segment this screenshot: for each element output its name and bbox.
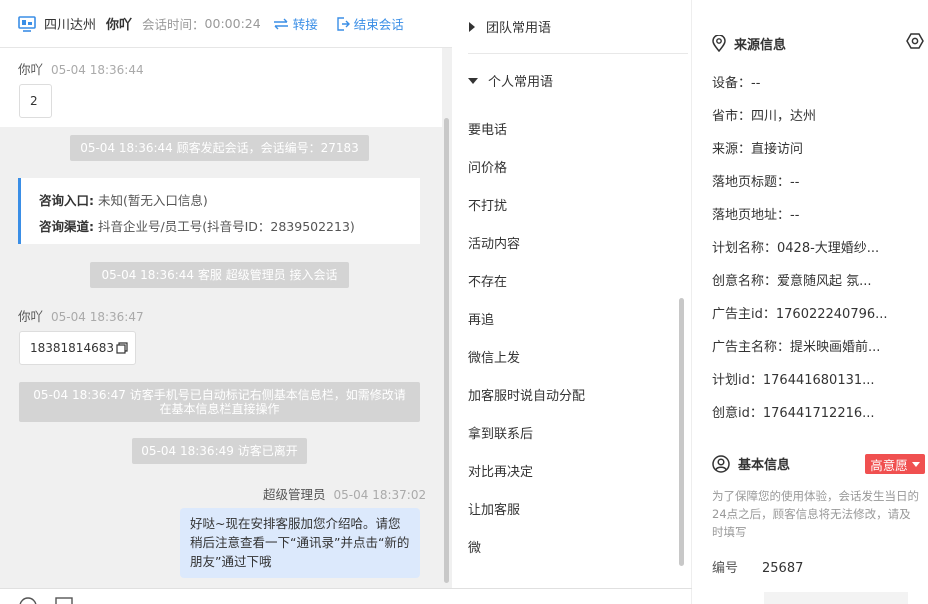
channel-label: 咨询渠道: xyxy=(39,219,94,234)
intent-label: 高意愿 xyxy=(870,457,908,473)
field-creative-name: 创意名称：爱意随风起 氛... xyxy=(712,274,872,289)
phrase-item[interactable]: 不打扰 xyxy=(468,195,507,214)
message-time: 05-04 18:36:47 xyxy=(51,310,144,324)
channel-row: 咨询渠道: 抖音企业号/员工号(抖音号ID：2839502213) xyxy=(39,214,420,240)
field-advertiser-id: 广告主id：176022240796... xyxy=(712,307,888,322)
phrases-pane: 团队常用语 个人常用语 要电话 问价格 不打扰 活动内容 不存在 再追 微信上发… xyxy=(452,0,692,604)
caret-down-icon xyxy=(911,461,920,467)
intent-dropdown[interactable]: 高意愿 xyxy=(865,454,925,474)
source-info-label: 来源信息 xyxy=(734,38,787,53)
visitor-id-value: 25687 xyxy=(762,561,804,576)
field-source: 来源：直接访问 xyxy=(712,142,804,157)
phrase-item[interactable]: 不存在 xyxy=(468,271,507,290)
edit-notice: 为了保障您的使用体验，会话发生当日的24点之后，顾客信息将无法修改，请及时填写 xyxy=(712,489,919,539)
channel-value: 抖音企业号/员工号(抖音号ID：2839502213) xyxy=(97,219,355,234)
basic-info-title: 基本信息 xyxy=(712,454,790,473)
basic-info-label: 基本信息 xyxy=(738,458,791,473)
phrase-item[interactable]: 对比再决定 xyxy=(468,461,533,480)
visitor-id-row: 编号 25687 xyxy=(712,557,803,576)
emoji-icon[interactable] xyxy=(19,597,37,604)
visitor-info-pane: 来源信息 设备：-- 省市：四川，达州 来源：直接访问 落地页标题：-- 落地页… xyxy=(692,0,928,604)
transfer-button[interactable]: 转接 xyxy=(273,14,318,33)
message-meta: 超级管理员 05-04 18:37:02 xyxy=(263,484,426,503)
transfer-icon xyxy=(273,18,288,29)
phrase-item[interactable]: 问价格 xyxy=(468,157,507,176)
field-advertiser-name: 广告主名称：提米映画婚前... xyxy=(712,340,881,355)
phrase-item[interactable]: 微 xyxy=(468,537,481,556)
phrase-item[interactable]: 微信上发 xyxy=(468,347,520,366)
message-time: 05-04 18:36:44 xyxy=(51,63,144,77)
message-bubble: 18381814683 xyxy=(19,331,136,365)
phrase-item[interactable]: 加客服时说自动分配 xyxy=(468,385,585,404)
message-meta: 你吖 05-04 18:36:47 xyxy=(18,306,144,325)
personal-phrases-label: 个人常用语 xyxy=(488,75,554,90)
field-landing-url: 落地页地址：-- xyxy=(712,208,800,223)
message-sender: 超级管理员 xyxy=(263,487,326,502)
message-text: 2 xyxy=(30,94,38,108)
phrase-item[interactable]: 再追 xyxy=(468,309,494,328)
chat-toolbar xyxy=(0,588,452,604)
divider xyxy=(468,53,688,54)
system-note: 05-04 18:36:44 客服 超级管理员 接入会话 xyxy=(90,262,349,288)
transfer-label: 转接 xyxy=(292,17,318,32)
field-device: 设备：-- xyxy=(712,76,761,91)
field-landing-title: 落地页标题：-- xyxy=(712,175,800,190)
image-icon[interactable] xyxy=(55,597,73,604)
phrases-footer xyxy=(452,588,692,604)
phrase-item[interactable]: 要电话 xyxy=(468,119,507,138)
message-text: 18381814683 xyxy=(30,341,114,355)
copy-icon[interactable] xyxy=(116,342,128,354)
phrase-item[interactable]: 拿到联系后 xyxy=(468,423,533,442)
system-note: 05-04 18:36:44 顾客发起会话，会话编号：27183 xyxy=(70,135,369,161)
system-note: 05-04 18:36:49 访客已离开 xyxy=(132,438,307,464)
message-sender: 你吖 xyxy=(18,62,44,77)
team-phrases-group[interactable]: 团队常用语 xyxy=(468,17,551,36)
system-note: 05-04 18:36:47 访客手机号已自动标记右侧基本信息栏，如需修改请在基… xyxy=(19,382,420,422)
visitor-location: 四川达州 xyxy=(44,18,97,33)
chat-scrollbar[interactable] xyxy=(444,118,449,583)
personal-phrases-group[interactable]: 个人常用语 xyxy=(468,71,553,90)
visitor-name: 你吖 xyxy=(106,18,133,33)
source-info-title: 来源信息 xyxy=(712,34,786,53)
message-sender: 你吖 xyxy=(18,309,44,324)
entry-value: 未知(暂无入口信息) xyxy=(97,193,208,208)
phrase-list[interactable]: 要电话 问价格 不打扰 活动内容 不存在 再追 微信上发 加客服时说自动分配 拿… xyxy=(452,90,684,580)
end-session-label: 结束会话 xyxy=(353,17,404,32)
triangle-down-icon xyxy=(468,77,478,84)
phrase-item[interactable]: 活动内容 xyxy=(468,233,520,252)
chat-pane: 四川达州 你吖 会话时间： 00:00:24 转接 结束会话 你吖 05-04 1… xyxy=(0,0,452,604)
end-session-button[interactable]: 结束会话 xyxy=(336,14,404,33)
location-pin-icon xyxy=(712,35,726,52)
session-time: 00:00:24 xyxy=(204,16,261,31)
message-time: 05-04 18:37:02 xyxy=(333,488,427,502)
monitor-icon xyxy=(18,15,36,33)
field-creative-id: 创意id：176441712216... xyxy=(712,406,875,421)
triangle-right-icon xyxy=(469,21,475,32)
entry-row: 咨询入口: 未知(暂无入口信息) xyxy=(39,188,420,214)
field-plan-id: 计划id：176441680131... xyxy=(712,373,875,388)
field-plan-name: 计划名称：0428-大理婚纱... xyxy=(712,241,880,256)
workspace: 四川达州 你吖 会话时间： 00:00:24 转接 结束会话 你吖 05-04 1… xyxy=(0,0,928,604)
message-bubble: 2 xyxy=(19,84,52,118)
session-time-label: 会话时间： xyxy=(142,17,205,32)
message-meta: 你吖 05-04 18:36:44 xyxy=(18,59,144,78)
field-province-city: 省市：四川，达州 xyxy=(712,109,817,124)
message-list[interactable]: 你吖 05-04 18:36:44 2 05-04 18:36:44 顾客发起会话… xyxy=(0,48,452,588)
exit-icon xyxy=(337,16,350,31)
user-circle-icon xyxy=(712,454,730,473)
visitor-id-label: 编号 xyxy=(712,561,739,576)
entry-info-card: 咨询入口: 未知(暂无入口信息) 咨询渠道: 抖音企业号/员工号(抖音号ID：2… xyxy=(18,178,420,244)
phrases-scrollbar[interactable] xyxy=(679,298,684,566)
team-phrases-label: 团队常用语 xyxy=(486,21,552,36)
chat-header: 四川达州 你吖 会话时间： 00:00:24 转接 结束会话 xyxy=(0,0,452,48)
entry-label: 咨询入口: xyxy=(39,193,94,208)
agent-message-bubble: 好哒~现在安排客服加您介绍哈。请您稍后注意查看一下“通讯录”并点击“新的朋友”通… xyxy=(180,508,420,578)
settings-icon[interactable] xyxy=(906,32,924,50)
message-text: 好哒~现在安排客服加您介绍哈。请您稍后注意查看一下“通讯录”并点击“新的朋友”通… xyxy=(190,516,410,569)
phrase-item[interactable]: 让加客服 xyxy=(468,499,520,518)
field-input[interactable] xyxy=(764,592,908,604)
